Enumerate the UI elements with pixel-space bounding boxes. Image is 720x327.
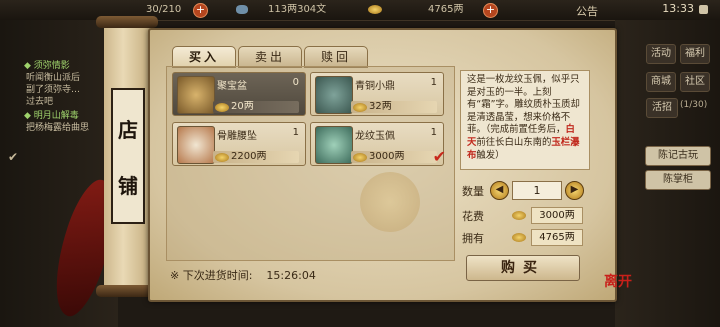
coin-icon: [353, 153, 367, 162]
cost-label: 花费: [462, 210, 484, 223]
quantity-input[interactable]: 1: [512, 181, 562, 200]
bronze-cauldron-icon: [315, 76, 353, 114]
quest-line: 副了须弥寺…: [26, 85, 81, 95]
tab-redeem[interactable]: 赎回: [304, 46, 368, 68]
silver-stat: 113两304文: [268, 4, 327, 15]
recruit-button[interactable]: 活招: [646, 98, 678, 118]
quest-line: 听闻衡山派后: [26, 73, 81, 83]
buy-button[interactable]: 购买: [466, 255, 580, 281]
quantity-label: 数量: [462, 185, 484, 198]
desc-text-1: 这是一枚龙纹玉佩，似乎只是对玉的一半。上刻有“霜”字。雕纹质朴玉质却是清透晶莹，…: [467, 74, 580, 136]
leave-button[interactable]: 离开: [604, 271, 632, 291]
decrease-quantity-button[interactable]: ◀: [490, 181, 509, 200]
restock-time: 15:26:04: [266, 269, 316, 282]
item-name: 青铜小鼎: [355, 81, 395, 92]
item-card-bone-pendant[interactable]: 骨雕腰坠 1 2200两: [172, 122, 306, 166]
shop-title-label: 店 铺: [111, 88, 145, 224]
tab-sell[interactable]: 卖出: [238, 46, 302, 68]
add-energy-button[interactable]: +: [193, 3, 208, 18]
collapse-quest-icon[interactable]: ✔: [8, 150, 18, 164]
mall-button[interactable]: 商城: [646, 72, 676, 92]
bone-pendant-icon: [177, 126, 215, 164]
quest-title: 须弥情影: [33, 61, 70, 71]
gold-icon: [368, 5, 382, 14]
coin-icon: [215, 103, 229, 112]
item-price: 32两: [369, 101, 392, 112]
owned-value: 4765两: [531, 229, 583, 246]
item-name: 聚宝盆: [217, 81, 247, 92]
coin-watermark: [360, 172, 420, 232]
activity-button[interactable]: 活动: [646, 44, 676, 64]
item-card-treasure-bowl[interactable]: 聚宝盆 0 20两: [172, 72, 306, 116]
cost-value: 3000两: [531, 207, 583, 224]
gold-stat: 4765两: [428, 4, 464, 15]
shop-name-tab[interactable]: 陈记古玩: [645, 146, 711, 166]
quest-line: 把杨梅露给曲思: [26, 123, 90, 133]
restock-label: ※ 下次进货时间:: [170, 269, 253, 282]
item-count: 0: [292, 77, 299, 88]
quest-item-2[interactable]: ◆ 明月山解毒 把杨梅露给曲思: [24, 110, 89, 134]
restock-timer: ※ 下次进货时间: 15:26:04: [170, 267, 316, 283]
item-card-bronze-cauldron[interactable]: 青铜小鼎 1 32两: [310, 72, 444, 116]
item-price: 20两: [231, 101, 254, 112]
coin-icon: [512, 211, 526, 220]
item-count: 1: [430, 127, 437, 138]
item-count: 1: [430, 77, 437, 88]
welfare-button[interactable]: 福利: [680, 44, 710, 64]
desc-text-3: 触发）: [476, 149, 505, 161]
quest-item-1[interactable]: ◆ 须弥情影 听闻衡山派后 副了须弥寺… 过去吧: [24, 60, 80, 108]
item-description: 这是一枚龙纹玉佩，似乎只是对玉的一半。上刻有“霜”字。雕纹质朴玉质却是清透晶莹，…: [460, 70, 590, 170]
scroll-rod-top: [96, 16, 158, 28]
increase-quantity-button[interactable]: ▶: [565, 181, 584, 200]
quest-line: 过去吧: [26, 97, 54, 107]
item-price: 3000两: [369, 151, 405, 162]
community-button[interactable]: 社区: [680, 72, 710, 92]
dragon-jade-icon: [315, 126, 353, 164]
selected-check-icon: ✔: [432, 147, 446, 166]
owned-label: 拥有: [462, 232, 484, 245]
coin-icon: [512, 233, 526, 242]
item-price: 2200两: [231, 151, 267, 162]
item-name: 骨雕腰坠: [217, 131, 257, 142]
desc-text-2: 前往长白山东南的: [476, 136, 552, 148]
coin-icon: [215, 153, 229, 162]
coin-icon: [353, 103, 367, 112]
treasure-bowl-icon: [177, 76, 215, 114]
tab-buy[interactable]: 买入: [172, 46, 236, 68]
wifi-icon: [699, 5, 708, 14]
recruit-count: (1/30): [680, 100, 708, 110]
shop-title-char-2: 铺: [118, 174, 138, 198]
shop-title-char-1: 店: [118, 118, 138, 142]
item-card-dragon-jade[interactable]: 龙纹玉佩 1 3000两 ✔: [310, 122, 446, 166]
shopkeeper-tab[interactable]: 陈掌柜: [645, 170, 711, 190]
item-name: 龙纹玉佩: [355, 131, 395, 142]
announcement-link[interactable]: 公告: [576, 3, 598, 19]
clock-time: 13:33: [662, 2, 694, 15]
quest-title: 明月山解毒: [33, 111, 79, 121]
add-gold-button[interactable]: +: [483, 3, 498, 18]
energy-stat: 30/210: [146, 4, 182, 15]
item-count: 1: [292, 127, 299, 138]
silver-icon: [236, 5, 248, 14]
